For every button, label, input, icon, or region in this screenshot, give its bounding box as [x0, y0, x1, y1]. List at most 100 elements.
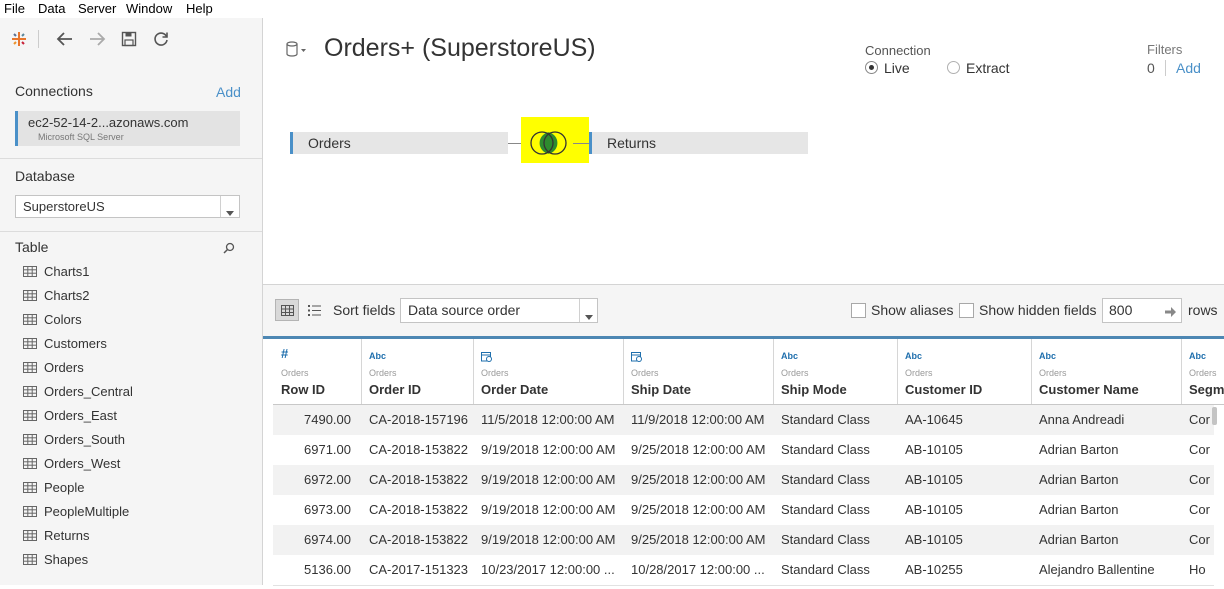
- vertical-scrollbar[interactable]: [1211, 405, 1219, 589]
- column-source: Orders: [1039, 368, 1067, 378]
- table-grid-icon: [23, 289, 37, 301]
- table-cell: Anna Andreadi: [1039, 412, 1125, 427]
- column-header[interactable]: Abc Orders Segm: [1181, 339, 1224, 404]
- list-view-icon[interactable]: [308, 304, 321, 319]
- menu-file[interactable]: File: [4, 1, 25, 16]
- sidebar-divider: [0, 231, 262, 232]
- scrollbar-thumb[interactable]: [1212, 407, 1217, 425]
- left-table-pill[interactable]: Orders: [290, 132, 508, 154]
- table-cell: 9/19/2018 12:00:00 AM: [481, 442, 616, 457]
- table-item[interactable]: Shapes: [23, 549, 88, 569]
- inner-join-icon[interactable]: [528, 129, 570, 160]
- show-aliases-checkbox[interactable]: [851, 303, 866, 318]
- column-header[interactable]: Abc Orders Customer ID: [897, 339, 1032, 404]
- menu-server[interactable]: Server: [78, 1, 116, 16]
- table-row: 6973.00 CA-2018-153822 9/19/2018 12:00:00 …: [273, 495, 1214, 526]
- menu-window[interactable]: Window: [126, 1, 172, 16]
- table-item-label: Orders_West: [44, 455, 121, 471]
- database-select[interactable]: SuperstoreUS: [15, 195, 240, 218]
- menu-help[interactable]: Help: [186, 1, 213, 16]
- back-arrow-icon[interactable]: [54, 28, 76, 50]
- refresh-icon[interactable]: [150, 28, 172, 50]
- table-item[interactable]: Charts2: [23, 285, 90, 305]
- show-aliases-label[interactable]: Show aliases: [871, 302, 954, 318]
- string-type-icon[interactable]: Abc: [1189, 351, 1206, 361]
- show-hidden-fields-checkbox[interactable]: [959, 303, 974, 318]
- live-radio[interactable]: [865, 61, 878, 74]
- data-grid-area: Sort fields Data source order Show alias…: [263, 284, 1224, 589]
- table-item[interactable]: Orders_Central: [23, 381, 133, 401]
- live-label[interactable]: Live: [884, 60, 910, 76]
- column-source: Orders: [1189, 368, 1217, 378]
- datasource-icon[interactable]: [285, 40, 307, 61]
- join-canvas: Orders+ (SuperstoreUS) Connection Live E…: [263, 18, 1224, 284]
- table-cell: 10/23/2017 12:00:00 ...: [481, 562, 615, 577]
- column-header[interactable]: Abc Orders Ship Mode: [773, 339, 898, 404]
- column-header[interactable]: Orders Order Date: [473, 339, 624, 404]
- column-name: Customer ID: [905, 382, 983, 397]
- menu-bar: File Data Server Window Help: [0, 0, 1224, 18]
- sort-fields-select[interactable]: Data source order: [400, 298, 598, 323]
- join-line-left: [508, 143, 522, 144]
- table-item[interactable]: Charts1: [23, 261, 90, 281]
- data-table: # Orders Row ID Abc Orders Order ID Orders Orde…: [263, 336, 1224, 589]
- field-type-icon[interactable]: [481, 351, 492, 364]
- table-item[interactable]: Orders_East: [23, 405, 117, 425]
- add-connection-link[interactable]: Add: [216, 84, 241, 100]
- table-cell: CA-2018-157196: [369, 412, 469, 427]
- database-select-value: SuperstoreUS: [23, 199, 105, 214]
- table-item[interactable]: Customers: [23, 333, 107, 353]
- table-grid-icon: [23, 553, 37, 565]
- string-type-icon[interactable]: Abc: [781, 351, 798, 361]
- connection-type: Microsoft SQL Server: [38, 132, 124, 142]
- column-header[interactable]: # Orders Row ID: [273, 339, 362, 404]
- extract-radio[interactable]: [947, 61, 960, 74]
- table-cell: Standard Class: [781, 412, 870, 427]
- save-icon[interactable]: [118, 28, 140, 50]
- column-name: Segm: [1189, 382, 1224, 397]
- show-hidden-fields-label[interactable]: Show hidden fields: [979, 302, 1097, 318]
- right-table-pill[interactable]: Returns: [589, 132, 808, 154]
- field-type-icon[interactable]: [631, 351, 642, 364]
- column-header[interactable]: Orders Ship Date: [623, 339, 774, 404]
- add-filter-link[interactable]: Add: [1176, 60, 1201, 76]
- table-item-label: Orders_Central: [44, 383, 133, 399]
- table-item[interactable]: Orders_West: [23, 453, 120, 473]
- table-cell: 6972.00: [304, 472, 351, 487]
- page-title[interactable]: Orders+ (SuperstoreUS): [324, 34, 596, 63]
- search-icon[interactable]: [223, 242, 235, 257]
- table-item[interactable]: Returns: [23, 525, 90, 545]
- table-item[interactable]: PeopleMultiple: [23, 501, 129, 521]
- forward-arrow-icon[interactable]: [86, 28, 108, 50]
- table-item-label: Charts1: [44, 263, 90, 279]
- table-cell: 7490.00: [304, 412, 351, 427]
- table-grid-icon: [23, 433, 37, 445]
- column-header[interactable]: Abc Orders Order ID: [361, 339, 474, 404]
- number-type-icon[interactable]: #: [281, 346, 288, 361]
- table-grid-icon: [23, 409, 37, 421]
- tableau-logo-icon[interactable]: [8, 28, 30, 50]
- menu-data[interactable]: Data: [38, 1, 65, 16]
- connection-item[interactable]: ec2-52-14-2...azonaws.com Microsoft SQL …: [15, 111, 240, 146]
- radio-dot: [869, 65, 874, 70]
- string-type-icon[interactable]: Abc: [1039, 351, 1056, 361]
- filters-label: Filters: [1147, 42, 1183, 57]
- column-header[interactable]: Abc Orders Customer Name: [1031, 339, 1182, 404]
- join-line-right: [573, 143, 589, 144]
- string-type-icon[interactable]: Abc: [905, 351, 922, 361]
- table-cell: CA-2018-153822: [369, 502, 469, 517]
- table-item[interactable]: Orders_South: [23, 429, 125, 449]
- table-item[interactable]: People: [23, 477, 84, 497]
- table-item[interactable]: Orders: [23, 357, 84, 377]
- rows-input[interactable]: 800: [1102, 298, 1182, 323]
- extract-label[interactable]: Extract: [966, 60, 1010, 76]
- column-name: Row ID: [281, 382, 326, 397]
- grid-view-icon[interactable]: [275, 299, 299, 321]
- table-cell: 9/25/2018 12:00:00 AM: [631, 472, 766, 487]
- string-type-icon[interactable]: Abc: [369, 351, 386, 361]
- table-item-label: Colors: [44, 311, 82, 327]
- table-item[interactable]: Colors: [23, 309, 82, 329]
- rows-label: rows: [1188, 302, 1218, 318]
- database-title: Database: [15, 168, 75, 184]
- arrow-right-icon[interactable]: [1165, 305, 1176, 320]
